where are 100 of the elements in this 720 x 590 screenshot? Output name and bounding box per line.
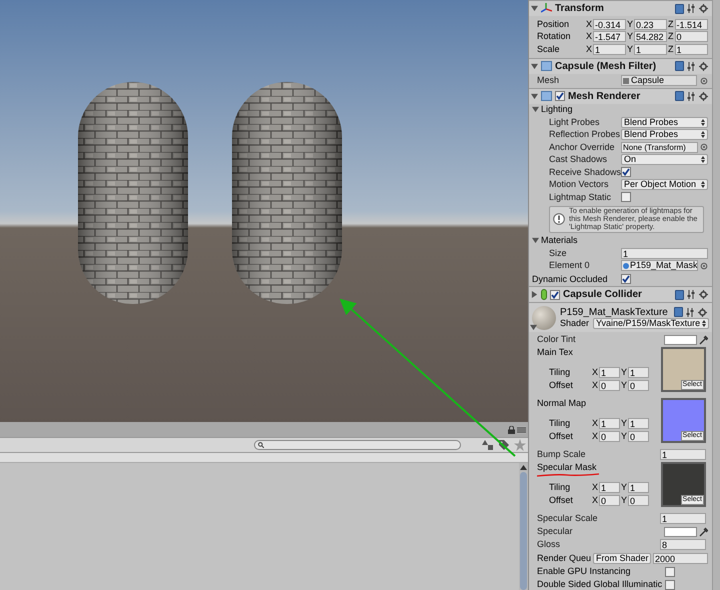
presets-sliders-icon[interactable] [687, 92, 696, 100]
star-icon[interactable] [514, 439, 526, 451]
component-title: Capsule Collider [563, 289, 642, 300]
object-field[interactable]: Capsule [621, 75, 697, 86]
number-field[interactable]: -0.314 [593, 18, 626, 30]
property-label: Specular Scale [536, 513, 599, 524]
axis-label: X [592, 494, 598, 506]
number-field[interactable]: 1 [599, 367, 620, 378]
menu-icon[interactable] [517, 426, 526, 432]
number-field[interactable]: 1 [674, 44, 708, 55]
presets-sliders-icon[interactable] [686, 308, 695, 316]
number-field[interactable]: 0.23 [634, 18, 667, 30]
property-label: Offset [548, 494, 574, 506]
dropdown[interactable]: Yvaine/P159/MaskTexture [593, 318, 709, 328]
settings-icon[interactable] [698, 308, 707, 316]
axis-label: Y [627, 44, 634, 55]
component-header[interactable]: Mesh Renderer [529, 88, 712, 104]
fold-arrow-icon[interactable] [531, 5, 538, 12]
property-label: Tiling [548, 482, 572, 494]
component-title: Capsule (Mesh Filter) [555, 60, 656, 72]
axis-label: X [586, 44, 592, 55]
dropdown[interactable]: Blend Probes [621, 116, 708, 128]
axis-label: X [586, 31, 592, 42]
object-picker-icon[interactable] [700, 76, 708, 84]
number-field[interactable]: 0 [599, 380, 620, 391]
component-header[interactable]: Transform [529, 0, 712, 16]
settings-icon[interactable] [699, 62, 708, 70]
inspector-scrollbar[interactable] [712, 0, 720, 590]
checkbox[interactable] [621, 192, 631, 202]
property-label: Specular Mask [537, 462, 597, 473]
dropdown[interactable]: Per Object Motion [621, 179, 708, 190]
property-label: Tiling [548, 367, 572, 378]
component-header[interactable]: Capsule Collider [529, 286, 712, 302]
presets-sliders-icon[interactable] [687, 290, 696, 299]
axis-label: Z [668, 18, 674, 30]
property-label: Mesh [536, 75, 560, 86]
component-title: Transform [555, 3, 604, 14]
color-swatch[interactable] [664, 334, 697, 344]
property-label: Lightmap Static [548, 192, 612, 203]
checkbox[interactable] [555, 91, 565, 101]
fold-arrow-icon[interactable] [530, 324, 537, 331]
search-field[interactable] [254, 440, 461, 450]
number-field[interactable]: 0 [599, 494, 620, 506]
dropdown[interactable]: Blend Probes [621, 129, 708, 140]
checkbox[interactable] [665, 580, 675, 590]
help-book-icon[interactable] [675, 4, 684, 14]
presets-sliders-icon[interactable] [687, 4, 696, 13]
settings-icon[interactable] [699, 92, 708, 100]
tag-icon[interactable] [498, 439, 510, 451]
number-field[interactable]: 0 [628, 494, 649, 506]
settings-icon[interactable] [699, 4, 708, 13]
number-field[interactable]: 0 [599, 430, 620, 442]
number-field[interactable]: -1.547 [593, 31, 626, 42]
number-field[interactable]: 1 [599, 418, 620, 430]
object-picker-icon[interactable] [700, 262, 708, 270]
property-label: Position [536, 18, 570, 30]
eyedropper-icon[interactable] [699, 526, 708, 536]
number-field[interactable]: -1.514 [674, 18, 708, 30]
dropdown[interactable]: On [621, 154, 708, 166]
number-field[interactable]: 1 [634, 44, 667, 55]
component-header[interactable]: Capsule (Mesh Filter) [529, 58, 712, 74]
lock-icon[interactable] [508, 426, 515, 434]
number-field[interactable]: 0 [674, 31, 708, 42]
number-field[interactable]: 1 [660, 449, 706, 460]
checkbox[interactable] [550, 290, 560, 300]
number-field[interactable]: 1 [660, 513, 706, 524]
fold-arrow-icon[interactable] [532, 237, 539, 244]
dropdown-arrows-icon [701, 118, 705, 126]
color-swatch[interactable] [664, 526, 697, 536]
fold-arrow-icon[interactable] [531, 62, 538, 70]
property-label: Rotation [536, 31, 572, 42]
presets-sliders-icon[interactable] [687, 62, 696, 70]
fold-arrow-icon[interactable] [532, 106, 539, 114]
capsule-icon [541, 289, 547, 300]
fold-arrow-icon[interactable] [531, 92, 538, 100]
number-field[interactable]: 0 [628, 430, 649, 442]
number-field[interactable]: 1 [628, 418, 649, 430]
filter-by-type-icon[interactable] [482, 439, 494, 451]
settings-icon[interactable] [699, 290, 708, 299]
eyedropper-icon[interactable] [699, 334, 708, 344]
fold-arrow-icon[interactable] [531, 291, 538, 298]
dropdown[interactable]: From Shader [593, 552, 651, 564]
checkbox[interactable] [665, 566, 675, 576]
axis-label: Y [621, 418, 628, 430]
number-field[interactable]: 54.282 [634, 31, 667, 42]
object-picker-icon[interactable] [700, 143, 708, 152]
number-field[interactable]: 1 [628, 367, 649, 378]
checkbox[interactable] [621, 167, 631, 178]
number-field[interactable]: 8 [660, 539, 706, 550]
object-field[interactable]: None (Transform) [621, 142, 698, 153]
property-label: Main Tex [537, 346, 573, 358]
number-field[interactable]: 1 [599, 482, 620, 494]
scrollbar[interactable] [519, 463, 528, 590]
number-field[interactable]: 0 [628, 380, 649, 391]
number-field[interactable]: 2000 [653, 552, 708, 564]
number-field[interactable]: 1 [621, 248, 708, 259]
number-field[interactable]: 1 [628, 482, 649, 494]
number-field[interactable]: 1 [593, 44, 626, 55]
checkbox[interactable] [621, 274, 631, 284]
scroll-up-arrow-icon[interactable] [520, 465, 527, 470]
